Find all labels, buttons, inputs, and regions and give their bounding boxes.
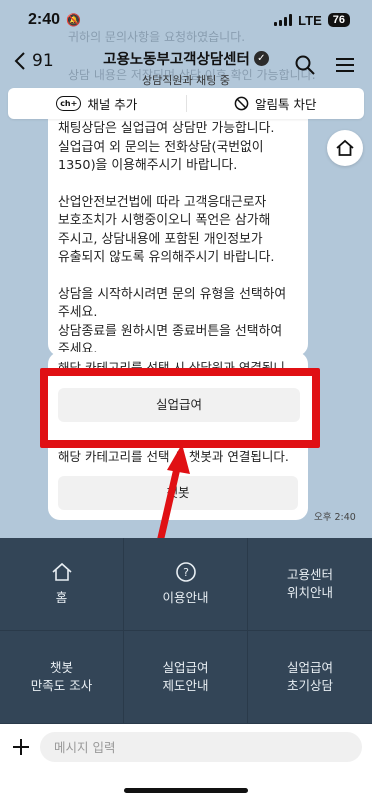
network-type: LTE	[298, 12, 322, 28]
channel-add-icon: ch+	[56, 96, 82, 111]
menu-center-location[interactable]: 고용센터 위치안내	[248, 538, 372, 631]
menu-benefit-initial[interactable]: 실업급여 초기상담	[248, 631, 372, 724]
svg-text:?: ?	[183, 566, 189, 579]
block-alarm-label: 알림톡 차단	[255, 97, 317, 112]
chat-title: 고용노동부고객상담센터 ✓	[103, 48, 269, 69]
chat-menu-grid: 홈 ? 이용안내 고용센터 위치안내 챗봇 만족도 조사 실업급여 제도안내 실…	[0, 538, 372, 724]
mute-icon: 🔕	[66, 13, 81, 27]
chat-title-text: 고용노동부고객상담센터	[103, 52, 250, 68]
menu-label: 이용안내	[162, 590, 209, 605]
block-icon	[234, 96, 249, 111]
menu-label: 고용센터 위치안내	[286, 567, 333, 600]
home-indicator	[124, 788, 248, 793]
message-bubble: 채팅상담은 실업급여 상담만 가능합니다. 실업급여 외 문의는 전화상담(국번…	[48, 112, 308, 357]
highlight-box	[40, 368, 320, 448]
menu-label: 챗봇 만족도 조사	[30, 660, 93, 693]
home-float-button[interactable]	[327, 130, 363, 166]
chatbot-button[interactable]: 챗봇	[58, 476, 298, 510]
card-text-chatbot: 해당 카테고리를 선택 시 챗봇과 연결됩니다.	[58, 449, 289, 464]
message-time: 오후 2:40	[314, 512, 356, 523]
menu-label: 실업급여 초기상담	[286, 660, 333, 693]
menu-icon[interactable]	[334, 54, 356, 76]
menu-chatbot-survey[interactable]: 챗봇 만족도 조사	[0, 631, 124, 724]
menu-guide[interactable]: ? 이용안내	[124, 538, 248, 631]
home-icon	[336, 139, 354, 156]
message-paragraph: 산업안전보건법에 따라 고객응대근로자 보호조치가 시행중이오니 폭언은 삼가해…	[58, 194, 275, 266]
menu-benefit-guide[interactable]: 실업급여 제도안내	[124, 631, 248, 724]
message-input[interactable]	[40, 732, 362, 762]
menu-label: 실업급여 제도안내	[162, 660, 209, 693]
battery-level: 76	[327, 13, 350, 27]
verified-icon: ✓	[253, 51, 269, 66]
search-icon[interactable]	[294, 54, 316, 76]
menu-label: 홈	[55, 590, 68, 605]
message-paragraph: 채팅상담은 실업급여 상담만 가능합니다. 실업급여 외 문의는 전화상담(국번…	[58, 121, 275, 173]
chat-subtitle: 상담직원과 채팅 중	[142, 74, 230, 87]
signal-icon	[274, 14, 293, 26]
add-channel-label: 채널 추가	[87, 97, 138, 112]
block-alarm-button[interactable]: 알림톡 차단	[187, 88, 365, 119]
menu-home[interactable]: 홈	[0, 538, 124, 631]
channel-bar: ch+ 채널 추가 알림톡 차단	[8, 88, 364, 119]
status-time: 2:40	[28, 11, 61, 28]
add-channel-button[interactable]: ch+ 채널 추가	[8, 88, 186, 119]
help-icon: ?	[175, 562, 196, 582]
chat-header: 91 고용노동부고객상담센터 ✓ 상담직원과 채팅 중	[0, 42, 372, 88]
home-icon	[51, 562, 72, 581]
plus-icon[interactable]	[10, 736, 32, 758]
message-paragraph: 상담을 시작하시려면 문의 유형을 선택하여 주세요. 상담종료를 원하시면 종…	[58, 286, 287, 358]
